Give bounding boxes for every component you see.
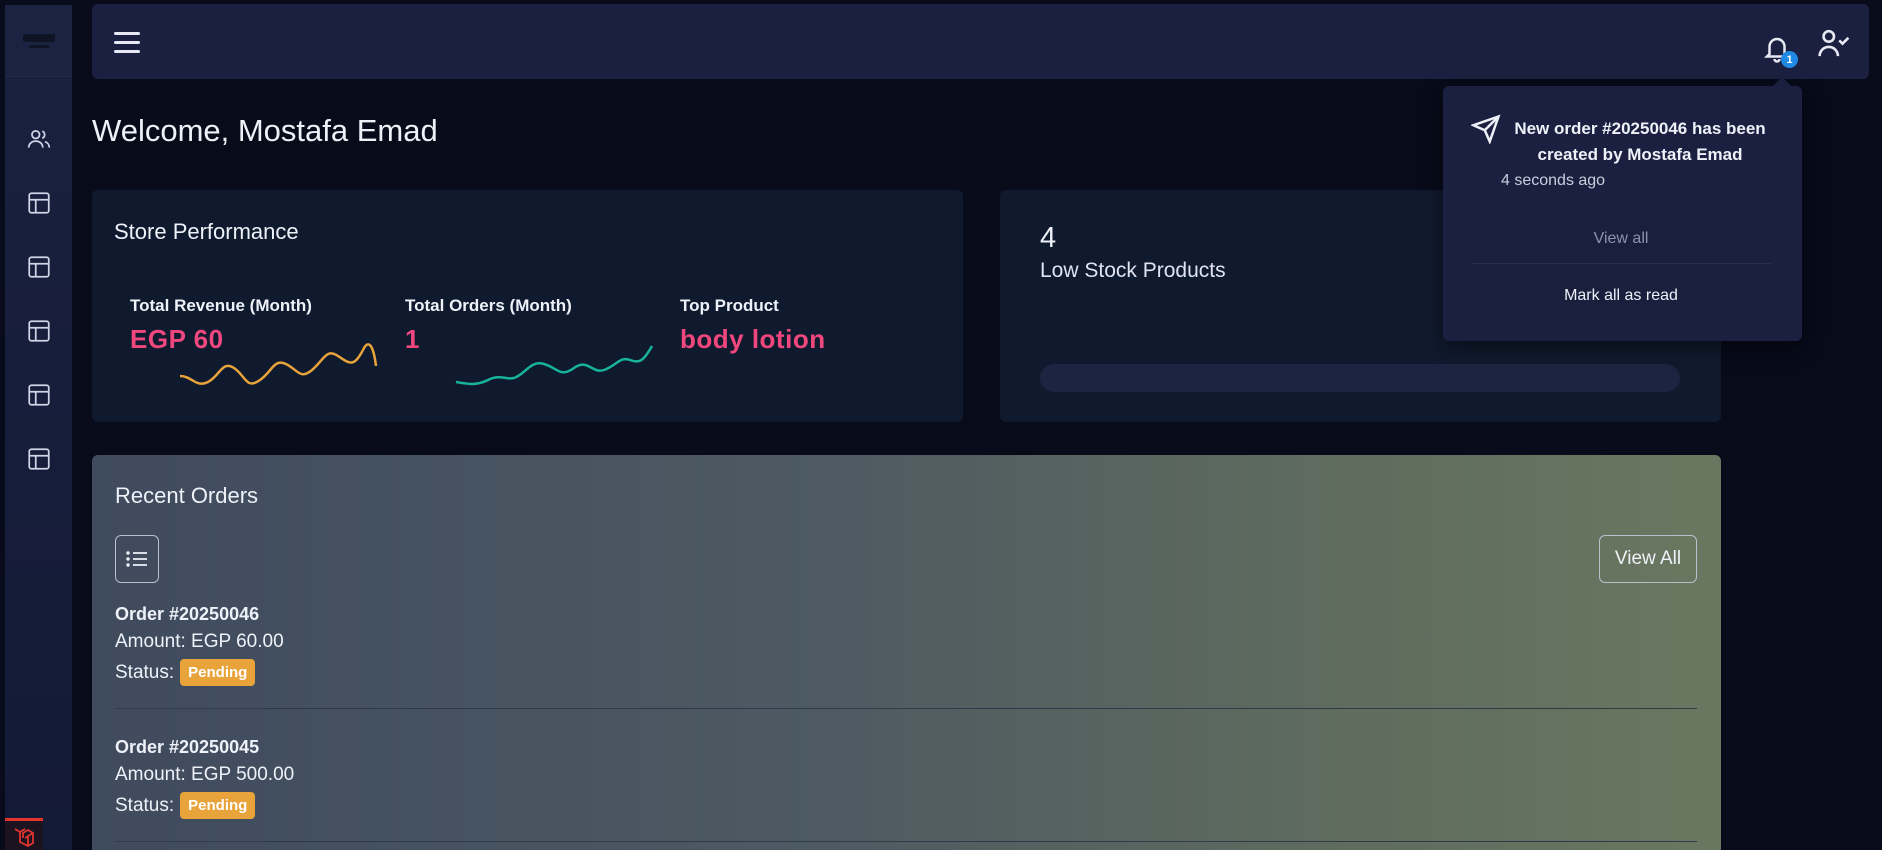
- sidebar-item-layout-2[interactable]: [17, 245, 61, 289]
- order-item[interactable]: Order #20250045 Amount: EGP 500.00 Statu…: [115, 737, 1697, 819]
- top-product-label: Top Product: [680, 296, 779, 315]
- user-check-icon: [1818, 29, 1850, 57]
- recent-orders-card: Recent Orders View All Order #20250046 A…: [92, 455, 1721, 850]
- divider: [115, 708, 1697, 709]
- layout-icon: [27, 256, 50, 278]
- sidebar-item-layout-1[interactable]: [17, 181, 61, 225]
- view-all-notifications-link[interactable]: View all: [1471, 214, 1771, 264]
- layout-icon: [27, 320, 50, 342]
- orders-label: Total Orders (Month): [405, 296, 572, 315]
- revenue-line: [179, 343, 378, 385]
- notification-message: New order #20250046 has been created by …: [1514, 119, 1766, 164]
- revenue-sparkline: [179, 343, 378, 385]
- layout-icon: [27, 384, 50, 406]
- logo-icon: [19, 30, 59, 52]
- low-stock-count: 4: [1040, 222, 1057, 254]
- order-amount: Amount: EGP 500.00: [115, 764, 295, 785]
- status-badge: Pending: [180, 659, 256, 686]
- layout-icon: [27, 448, 50, 470]
- users-icon: [27, 130, 50, 148]
- list-icon: [126, 551, 147, 567]
- status-badge: Pending: [180, 792, 256, 819]
- order-id: Order #20250045: [115, 737, 260, 757]
- order-id: Order #20250046: [115, 604, 260, 624]
- divider: [115, 841, 1697, 842]
- order-status-row: Status: Pending: [115, 659, 1697, 686]
- sidebar-item-layout-4[interactable]: [17, 373, 61, 417]
- order-item[interactable]: Order #20250046 Amount: EGP 60.00 Status…: [115, 604, 1697, 686]
- laravel-debug-badge[interactable]: [5, 818, 43, 850]
- notification-time: 4 seconds ago: [1501, 172, 1606, 189]
- sidebar-item-users[interactable]: [17, 117, 61, 161]
- menu-toggle-button[interactable]: [114, 32, 140, 54]
- notification-count-badge: 1: [1781, 51, 1798, 68]
- recent-orders-title: Recent Orders: [115, 483, 259, 508]
- order-amount: Amount: EGP 60.00: [115, 631, 284, 652]
- page-title: Welcome, Mostafa Emad: [92, 113, 438, 148]
- order-status-row: Status: Pending: [115, 792, 1697, 819]
- order-status-label: Status:: [115, 661, 175, 683]
- view-all-orders-button[interactable]: View All: [1599, 535, 1697, 583]
- notifications-button[interactable]: 1: [1762, 32, 1798, 68]
- sidebar-item-layout-3[interactable]: [17, 309, 61, 353]
- hamburger-icon: [114, 32, 140, 35]
- order-status-label: Status:: [115, 794, 175, 816]
- laravel-icon: [14, 827, 34, 847]
- top-navbar: 1: [92, 4, 1869, 79]
- sidebar-nav: [5, 117, 72, 501]
- app-logo[interactable]: [5, 5, 72, 77]
- orders-sparkline: [455, 345, 654, 386]
- store-performance-card: Store Performance Total Revenue (Month) …: [92, 190, 963, 422]
- send-icon: [1471, 114, 1501, 144]
- top-product-value: body lotion: [680, 324, 826, 354]
- sidebar-item-layout-5[interactable]: [17, 437, 61, 481]
- notifications-dropdown: New order #20250046 has been created by …: [1443, 77, 1802, 341]
- list-view-button[interactable]: [115, 535, 159, 583]
- user-menu-button[interactable]: [1817, 28, 1853, 60]
- sidebar: [5, 5, 72, 850]
- store-performance-title: Store Performance: [114, 219, 299, 244]
- orders-line: [455, 345, 654, 386]
- revenue-label: Total Revenue (Month): [130, 296, 312, 315]
- mark-all-read-button[interactable]: Mark all as read: [1471, 274, 1771, 318]
- layout-icon: [27, 192, 50, 214]
- low-stock-progress: [1040, 364, 1680, 392]
- low-stock-label: Low Stock Products: [1040, 259, 1226, 282]
- top-product-metric: Top Product body lotion: [680, 296, 826, 355]
